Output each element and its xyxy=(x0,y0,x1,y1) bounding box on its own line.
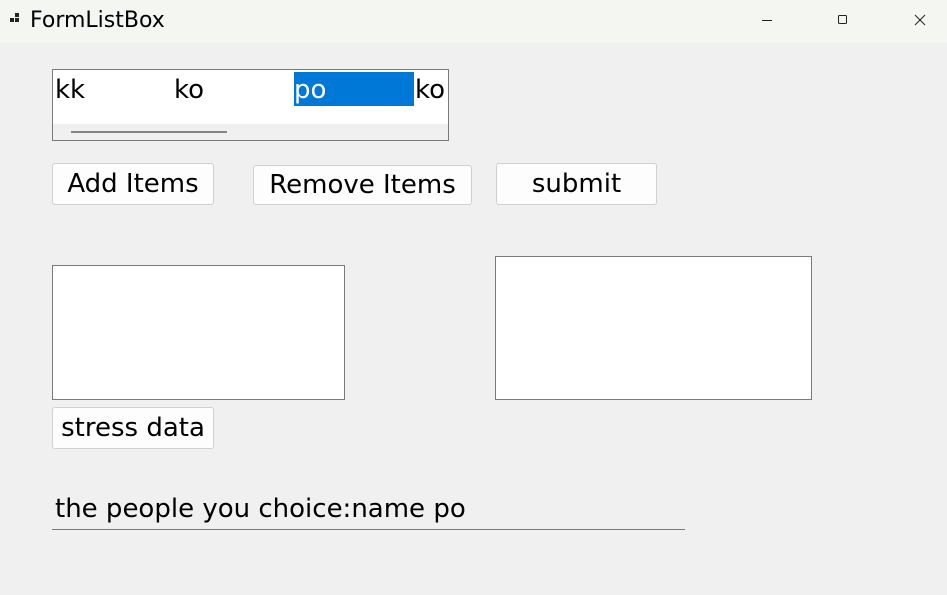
app-form-icon xyxy=(10,13,19,22)
maximize-icon xyxy=(838,15,847,24)
remove-items-button[interactable]: Remove Items xyxy=(253,165,472,205)
submit-button[interactable]: submit xyxy=(496,163,657,205)
left-listbox[interactable] xyxy=(52,265,345,400)
list-item[interactable]: ko xyxy=(174,72,292,106)
add-items-button[interactable]: Add Items xyxy=(52,163,214,205)
title-bar[interactable]: FormListBox xyxy=(0,0,947,43)
items-listbox[interactable]: kk ko po ko xyxy=(52,69,449,141)
list-item[interactable]: ko xyxy=(415,72,447,106)
minimize-button[interactable] xyxy=(744,0,790,40)
listbox-items-area[interactable]: kk ko po ko xyxy=(53,70,448,124)
selection-result-label: the people you choice:name po xyxy=(52,489,685,530)
list-item[interactable]: kk xyxy=(55,72,173,106)
close-button[interactable] xyxy=(897,0,943,40)
close-icon xyxy=(914,14,926,26)
stress-data-button[interactable]: stress data xyxy=(52,407,214,449)
horizontal-scrollbar-thumb[interactable] xyxy=(71,131,227,133)
window-title: FormListBox xyxy=(30,8,165,33)
list-item-selected[interactable]: po xyxy=(294,72,414,106)
maximize-button[interactable] xyxy=(820,0,866,40)
right-listbox[interactable] xyxy=(495,256,812,400)
minimize-icon xyxy=(762,20,772,21)
